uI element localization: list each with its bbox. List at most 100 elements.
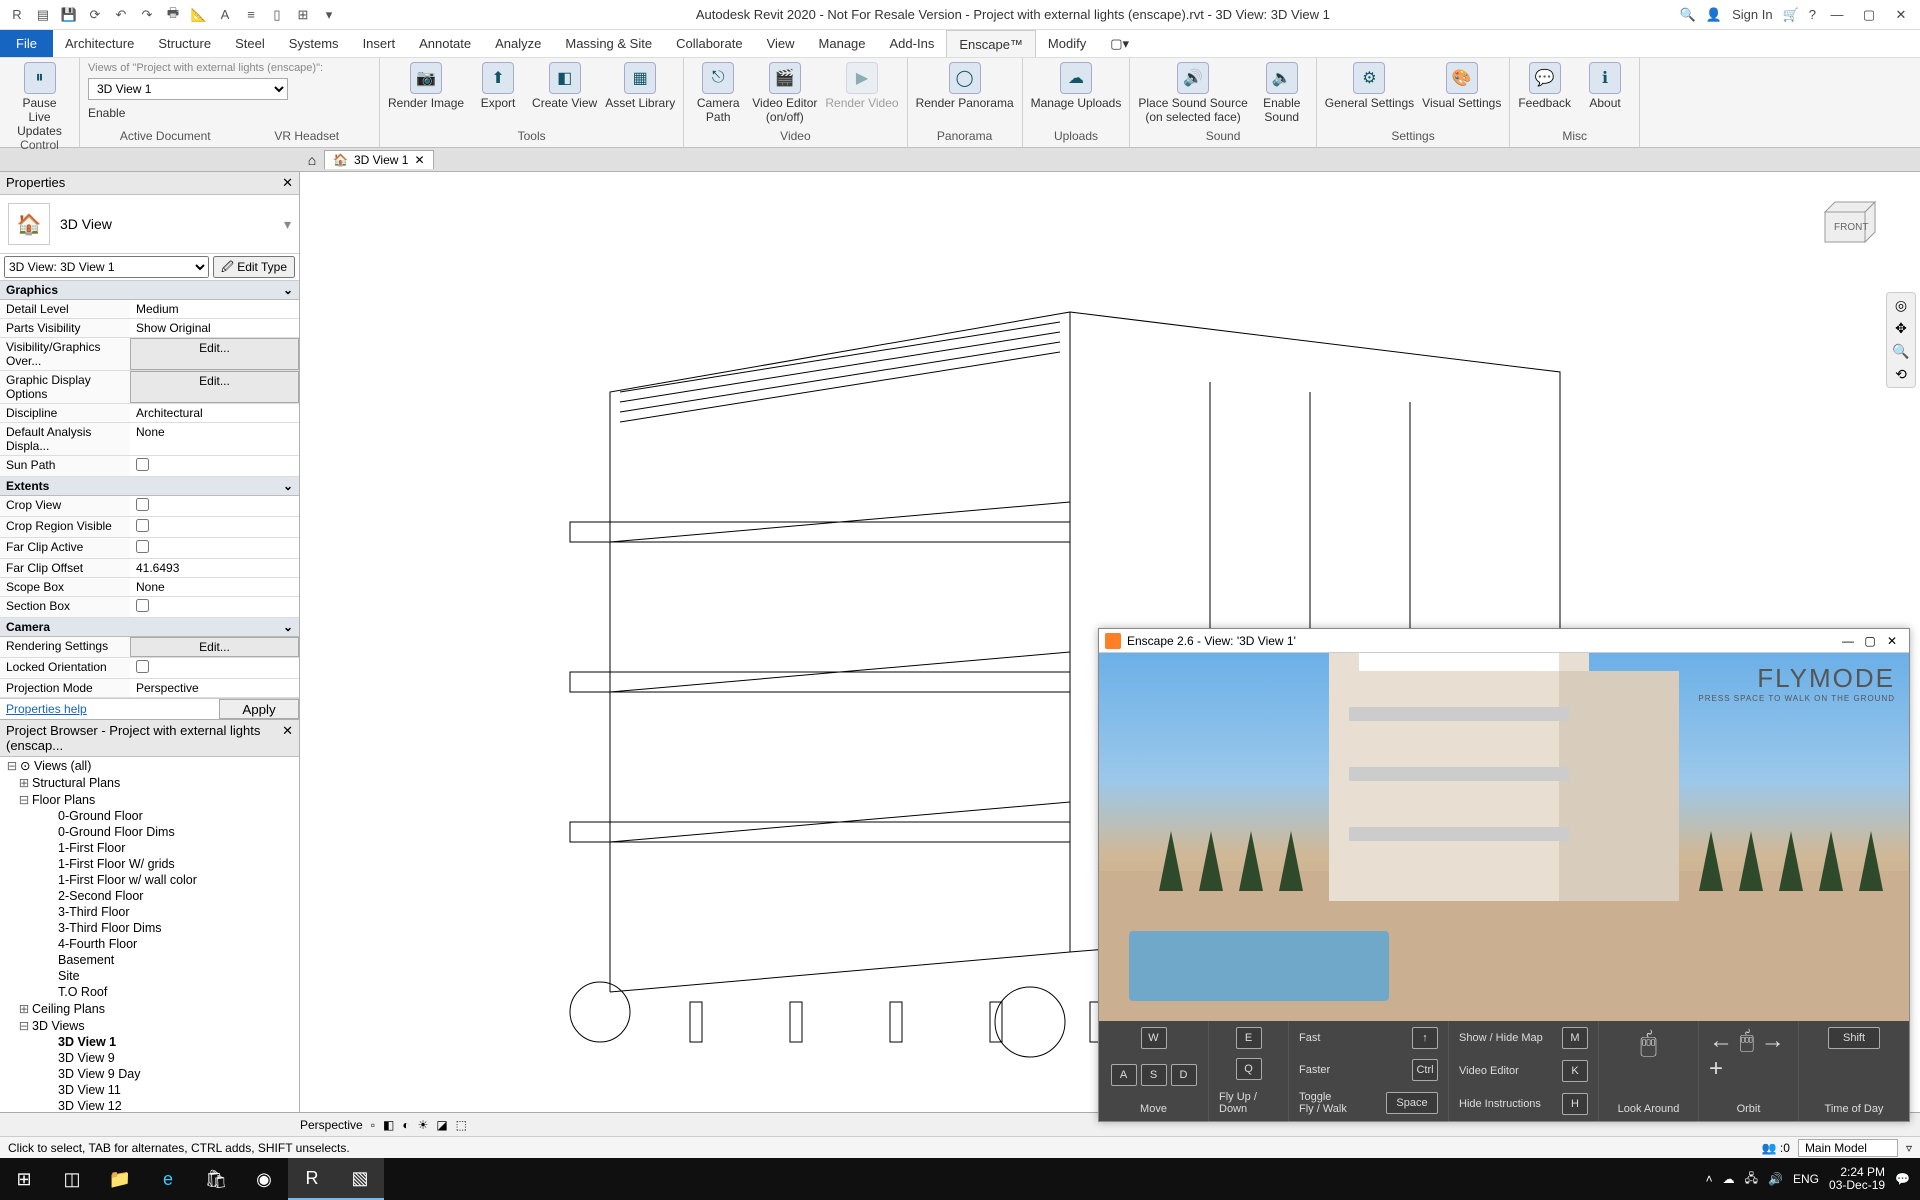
file-explorer-icon[interactable]: 📁 — [96, 1158, 144, 1200]
view-item[interactable]: 3D View 12 — [0, 1098, 299, 1112]
sun-path-icon[interactable]: ☀ — [418, 1118, 429, 1132]
section-extents[interactable]: Extents⌄ — [0, 477, 299, 496]
tab-analyze[interactable]: Analyze — [483, 30, 553, 57]
shadows-icon[interactable]: ◪ — [436, 1118, 447, 1132]
prop-parts-value[interactable]: Show Original — [130, 319, 299, 337]
prop-analysis-value[interactable]: None — [130, 423, 299, 455]
save-icon[interactable]: 💾 — [58, 4, 80, 26]
feedback-button[interactable]: 💬Feedback — [1518, 62, 1571, 110]
align-icon[interactable]: ≡ — [240, 4, 262, 26]
start-button[interactable]: ⊞ — [0, 1158, 48, 1200]
project-browser[interactable]: ⊟⊙ Views (all) ⊞Structural Plans ⊟Floor … — [0, 757, 299, 1112]
cart-icon[interactable]: 🛒 — [1783, 7, 1799, 23]
floor-item[interactable]: Site — [0, 968, 299, 984]
tab-insert[interactable]: Insert — [351, 30, 408, 57]
visual-settings-button[interactable]: 🎨Visual Settings — [1422, 62, 1501, 110]
prop-rendering-edit-button[interactable]: Edit... — [130, 637, 299, 657]
prop-far-clip-checkbox[interactable] — [130, 538, 299, 558]
pause-updates-button[interactable]: ⏸Pause Live Updates — [8, 62, 71, 138]
prop-projection-value[interactable]: Perspective — [130, 679, 299, 697]
store-icon[interactable]: 🛍 — [192, 1158, 240, 1200]
view-item-active[interactable]: 3D View 1 — [0, 1034, 299, 1050]
revit-logo-icon[interactable]: R — [6, 4, 28, 26]
measure-icon[interactable]: 📐 — [188, 4, 210, 26]
views-combo[interactable]: 3D View 1 — [88, 78, 288, 100]
prop-gdo-edit-button[interactable]: Edit... — [130, 371, 299, 403]
close-button[interactable]: ✕ — [1890, 7, 1912, 23]
enable-sound-button[interactable]: 🔈Enable Sound — [1256, 62, 1308, 124]
prop-locked-checkbox[interactable] — [130, 658, 299, 678]
properties-help-link[interactable]: Properties help — [0, 699, 219, 719]
manage-uploads-button[interactable]: ☁Manage Uploads — [1031, 62, 1122, 110]
tab-enscape[interactable]: Enscape™ — [946, 30, 1036, 57]
floor-item[interactable]: T.O Roof — [0, 984, 299, 1000]
crop-icon[interactable]: ⬚ — [456, 1118, 467, 1132]
minimize-button[interactable]: — — [1826, 7, 1848, 22]
tab-options-icon[interactable]: ▢▾ — [1098, 30, 1141, 57]
tray-language[interactable]: ENG — [1793, 1172, 1819, 1186]
floor-item[interactable]: 1-First Floor — [0, 840, 299, 856]
search-icon[interactable]: 🔍 — [1680, 7, 1696, 23]
tray-network-icon[interactable]: 🖧 — [1745, 1169, 1758, 1190]
tab-modify[interactable]: Modify — [1036, 30, 1098, 57]
tab-addins[interactable]: Add-Ins — [878, 30, 947, 57]
prop-crop-region-checkbox[interactable] — [130, 517, 299, 537]
pan-icon[interactable]: ✥ — [1895, 320, 1907, 337]
floor-item[interactable]: 2-Second Floor — [0, 888, 299, 904]
floor-item[interactable]: 0-Ground Floor Dims — [0, 824, 299, 840]
prop-scope-value[interactable]: None — [130, 578, 299, 596]
close-tab-icon[interactable]: ✕ — [414, 153, 424, 167]
view-item[interactable]: 3D View 9 Day — [0, 1066, 299, 1082]
floor-item[interactable]: 1-First Floor W/ grids — [0, 856, 299, 872]
thin-lines-icon[interactable]: ▯ — [266, 4, 288, 26]
tray-chevron-icon[interactable]: ˄ — [1706, 1172, 1713, 1186]
text-icon[interactable]: A — [214, 4, 236, 26]
place-sound-button[interactable]: 🔊Place Sound Source (on selected face) — [1138, 62, 1247, 124]
enscape-taskbar-icon[interactable]: ▧ — [336, 1158, 384, 1200]
nav-bar[interactable]: ◎ ✥ 🔍 ⟲ — [1886, 292, 1916, 388]
prop-crop-view-checkbox[interactable] — [130, 496, 299, 516]
general-settings-button[interactable]: ⚙General Settings — [1325, 62, 1414, 110]
view-item[interactable]: 3D View 9 — [0, 1050, 299, 1066]
zoom-icon[interactable]: 🔍 — [1892, 343, 1909, 360]
about-button[interactable]: ℹAbout — [1579, 62, 1631, 110]
edit-type-button[interactable]: 🖉 Edit Type — [213, 256, 295, 278]
tray-onedrive-icon[interactable]: ☁ — [1723, 1172, 1735, 1186]
floor-item[interactable]: 4-Fourth Floor — [0, 936, 299, 952]
tab-view[interactable]: View — [755, 30, 807, 57]
print-icon[interactable]: 🖶 — [162, 4, 184, 26]
tab-structure[interactable]: Structure — [146, 30, 223, 57]
floor-item[interactable]: Basement — [0, 952, 299, 968]
tab-manage[interactable]: Manage — [807, 30, 878, 57]
tab-systems[interactable]: Systems — [277, 30, 351, 57]
tray-notifications-icon[interactable]: 💬 — [1895, 1172, 1910, 1186]
undo-icon[interactable]: ↶ — [110, 4, 132, 26]
prop-far-clip-value[interactable]: 41.6493 — [130, 559, 299, 577]
tab-steel[interactable]: Steel — [223, 30, 277, 57]
model-selector[interactable]: Main Model — [1798, 1139, 1898, 1157]
section-camera[interactable]: Camera⌄ — [0, 618, 299, 637]
home-tab-icon[interactable]: ⌂ — [300, 152, 324, 168]
view-item[interactable]: 3D View 11 — [0, 1082, 299, 1098]
file-tab[interactable]: File — [0, 30, 53, 57]
render-panorama-button[interactable]: ◯Render Panorama — [916, 62, 1014, 110]
enscape-minimize-button[interactable]: — — [1837, 634, 1859, 648]
prop-sun-checkbox[interactable] — [130, 456, 299, 476]
render-image-button[interactable]: 📷Render Image — [388, 62, 464, 110]
redo-icon[interactable]: ↷ — [136, 4, 158, 26]
chrome-icon[interactable]: ◉ — [240, 1158, 288, 1200]
view-cube[interactable]: FRONT — [1810, 192, 1890, 252]
enscape-maximize-button[interactable]: ▢ — [1859, 634, 1881, 648]
revit-taskbar-icon[interactable]: R — [288, 1158, 336, 1200]
enable-vr-button[interactable]: Enable — [88, 106, 125, 120]
prop-discipline-value[interactable]: Architectural — [130, 404, 299, 422]
camera-path-button[interactable]: ⎋Camera Path — [692, 62, 744, 124]
edge-icon[interactable]: e — [144, 1158, 192, 1200]
orbit-icon[interactable]: ⟲ — [1895, 366, 1907, 383]
tab-massing[interactable]: Massing & Site — [553, 30, 664, 57]
tray-volume-icon[interactable]: 🔊 — [1768, 1172, 1783, 1186]
section-graphics[interactable]: Graphics⌄ — [0, 281, 299, 300]
floor-item[interactable]: 1-First Floor w/ wall color — [0, 872, 299, 888]
prop-section-checkbox[interactable] — [130, 597, 299, 617]
tray-date[interactable]: 03-Dec-19 — [1829, 1179, 1885, 1192]
